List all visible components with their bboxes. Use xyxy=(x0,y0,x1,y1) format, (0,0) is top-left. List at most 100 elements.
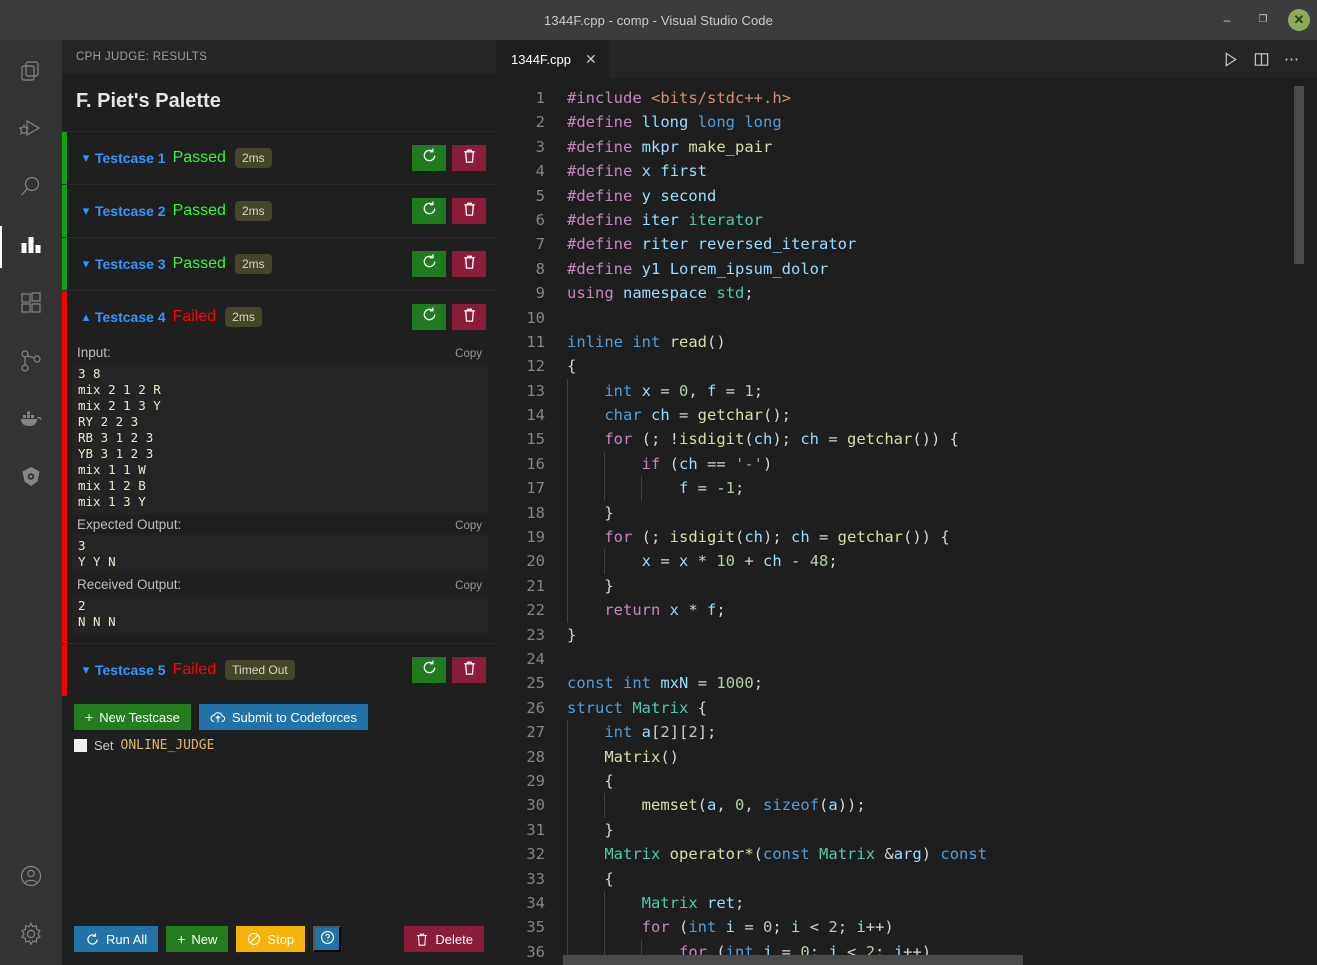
delete-testcase-button[interactable] xyxy=(452,304,486,330)
online-judge-checkbox[interactable] xyxy=(74,739,87,752)
indent-guide xyxy=(567,427,568,451)
code-line[interactable]: 17 f = -1; xyxy=(497,476,1317,500)
activity-item-extensions[interactable] xyxy=(0,276,62,334)
chevron-down-icon[interactable]: ▾ xyxy=(77,662,95,678)
activity-item-run-and-debug[interactable] xyxy=(0,102,62,160)
code-line-text: #define y second xyxy=(563,184,716,208)
delete-testcase-button[interactable] xyxy=(452,657,486,683)
rerun-testcase-button[interactable] xyxy=(412,657,446,683)
code-line[interactable]: 19 for (; isdigit(ch); ch = getchar()) { xyxy=(497,525,1317,549)
more-actions-icon[interactable]: ⋯ xyxy=(1284,50,1301,68)
minimize-button[interactable]: – xyxy=(1209,0,1245,40)
activity-item-docker[interactable] xyxy=(0,392,62,450)
code-line[interactable]: 13 int x = 0, f = 1; xyxy=(497,379,1317,403)
code-line[interactable]: 21 } xyxy=(497,574,1317,598)
code-line[interactable]: 16 if (ch == '-') xyxy=(497,452,1317,476)
code-token xyxy=(567,845,604,863)
copy-received-output-button[interactable]: Copy xyxy=(455,580,482,592)
run-all-button[interactable]: Run All xyxy=(74,926,158,952)
code-lines[interactable]: 1#include <bits/stdc++.h>2#define llong … xyxy=(497,78,1317,965)
code-line[interactable]: 4#define x first xyxy=(497,159,1317,183)
code-line[interactable]: 34 Matrix ret; xyxy=(497,891,1317,915)
activity-item-accounts[interactable] xyxy=(0,849,62,907)
line-number: 31 xyxy=(497,818,563,842)
code-line[interactable]: 32 Matrix operator*(const Matrix &arg) c… xyxy=(497,842,1317,866)
new-button[interactable]: + New xyxy=(166,926,228,952)
delete-testcase-button[interactable] xyxy=(452,145,486,171)
rerun-testcase-button[interactable] xyxy=(412,304,446,330)
close-icon[interactable]: ✕ xyxy=(585,51,597,68)
rerun-testcase-button[interactable] xyxy=(412,251,446,277)
code-line[interactable]: 12{ xyxy=(497,354,1317,378)
code-line[interactable]: 24 xyxy=(497,647,1317,671)
delete-testcase-button[interactable] xyxy=(452,198,486,224)
code-line[interactable]: 18 } xyxy=(497,501,1317,525)
editor-horizontal-scrollbar[interactable] xyxy=(563,955,1023,965)
code-editor[interactable]: 1#include <bits/stdc++.h>2#define llong … xyxy=(497,78,1317,965)
tab-label: 1344F.cpp xyxy=(511,52,571,67)
code-token: = xyxy=(819,430,847,448)
code-line[interactable]: 6#define iter iterator xyxy=(497,208,1317,232)
activity-item-explorer[interactable] xyxy=(0,44,62,102)
help-button[interactable] xyxy=(313,926,341,952)
delete-all-button[interactable]: Delete xyxy=(404,926,484,952)
code-line[interactable]: 35 for (int i = 0; i < 2; i++) xyxy=(497,915,1317,939)
activity-item-kubernetes[interactable] xyxy=(0,450,62,508)
code-line[interactable]: 31 } xyxy=(497,818,1317,842)
activity-item-cph-judge[interactable] xyxy=(0,218,62,276)
stop-button[interactable]: Stop xyxy=(236,926,305,952)
tab-1344F-cpp[interactable]: 1344F.cpp ✕ xyxy=(497,40,610,78)
code-line[interactable]: 30 memset(a, 0, sizeof(a)); xyxy=(497,793,1317,817)
submit-to-codeforces-button[interactable]: Submit to Codeforces xyxy=(199,704,368,730)
code-token: #include xyxy=(567,89,642,107)
code-line[interactable]: 27 int a[2][2]; xyxy=(497,720,1317,744)
code-line[interactable]: 15 for (; !isdigit(ch); ch = getchar()) … xyxy=(497,427,1317,451)
code-line[interactable]: 26struct Matrix { xyxy=(497,696,1317,720)
maximize-restore-button[interactable]: ❐ xyxy=(1245,0,1281,40)
delete-testcase-button[interactable] xyxy=(452,251,486,277)
code-line[interactable]: 7#define riter reversed_iterator xyxy=(497,232,1317,256)
code-token xyxy=(632,260,641,278)
testcase-header[interactable]: ▾ Testcase 3 Passed 2ms xyxy=(67,238,496,290)
chevron-down-icon[interactable]: ▾ xyxy=(77,203,95,219)
code-line[interactable]: 9using namespace std; xyxy=(497,281,1317,305)
chevron-down-icon[interactable]: ▾ xyxy=(77,150,95,166)
code-line[interactable]: 28 Matrix() xyxy=(497,745,1317,769)
expected-output-textarea[interactable]: 3 Y Y N xyxy=(72,535,488,575)
code-line[interactable]: 29 { xyxy=(497,769,1317,793)
copy-input-button[interactable]: Copy xyxy=(455,348,482,360)
chevron-down-icon[interactable]: ▾ xyxy=(77,256,95,272)
code-line[interactable]: 33 { xyxy=(497,867,1317,891)
code-line[interactable]: 5#define y second xyxy=(497,184,1317,208)
rerun-testcase-button[interactable] xyxy=(412,198,446,224)
input-textarea[interactable]: 3 8 mix 2 1 2 R mix 2 1 3 Y RY 2 2 3 RB … xyxy=(72,363,488,515)
rerun-testcase-button[interactable] xyxy=(412,145,446,171)
code-token: Lorem_ipsum_dolor xyxy=(670,260,829,278)
close-button[interactable]: ✕ xyxy=(1281,0,1317,40)
copy-expected-output-button[interactable]: Copy xyxy=(455,520,482,532)
code-line[interactable]: 20 x = x * 10 + ch - 48; xyxy=(497,549,1317,573)
code-line[interactable]: 8#define y1 Lorem_ipsum_dolor xyxy=(497,257,1317,281)
run-icon[interactable] xyxy=(1222,51,1239,68)
code-line[interactable]: 10 xyxy=(497,306,1317,330)
testcase-header[interactable]: ▾ Testcase 2 Passed 2ms xyxy=(67,185,496,237)
editor-vertical-scrollbar[interactable] xyxy=(1294,86,1304,264)
testcase-header[interactable]: ▾ Testcase 5 Failed Timed Out xyxy=(67,644,496,696)
code-line[interactable]: 11inline int read() xyxy=(497,330,1317,354)
code-line[interactable]: 1#include <bits/stdc++.h> xyxy=(497,86,1317,110)
code-line[interactable]: 22 return x * f; xyxy=(497,598,1317,622)
code-line[interactable]: 25const int mxN = 1000; xyxy=(497,671,1317,695)
code-line[interactable]: 23} xyxy=(497,623,1317,647)
testcase-header[interactable]: ▴ Testcase 4 Failed 2ms xyxy=(67,291,496,343)
testcase-header[interactable]: ▾ Testcase 1 Passed 2ms xyxy=(67,132,496,184)
code-line[interactable]: 2#define llong long long xyxy=(497,110,1317,134)
split-editor-icon[interactable] xyxy=(1253,51,1270,68)
activity-item-search[interactable] xyxy=(0,160,62,218)
activity-item-source-control[interactable] xyxy=(0,334,62,392)
code-line[interactable]: 3#define mkpr make_pair xyxy=(497,135,1317,159)
new-testcase-button[interactable]: + New Testcase xyxy=(74,704,191,730)
code-line[interactable]: 14 char ch = getchar(); xyxy=(497,403,1317,427)
line-number: 16 xyxy=(497,452,563,476)
activity-item-settings[interactable] xyxy=(0,907,62,965)
chevron-up-icon[interactable]: ▴ xyxy=(77,309,95,325)
